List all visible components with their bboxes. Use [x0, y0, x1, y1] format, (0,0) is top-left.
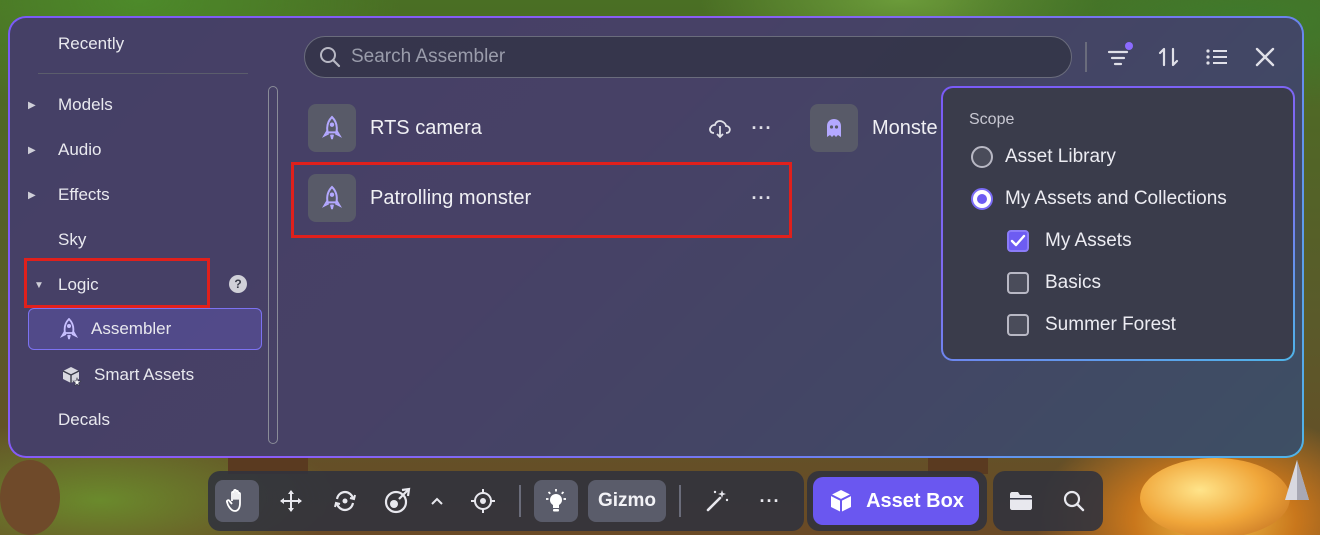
transform-pivot-button[interactable]: [461, 480, 505, 522]
asset-thumbnail: [308, 104, 356, 152]
asset-name: RTS camera: [370, 116, 482, 139]
hand-icon: [225, 488, 249, 514]
lightbulb-icon: [543, 488, 569, 514]
caret-right-icon: ▶: [28, 189, 36, 201]
cube-icon: [828, 488, 854, 514]
scene-mushroom: [1140, 458, 1290, 535]
checkbox[interactable]: [1007, 272, 1029, 294]
asset-box-container: Asset Box: [807, 471, 987, 531]
rotate-tool-button[interactable]: [323, 480, 367, 522]
scene-mushroom: [0, 460, 60, 535]
magic-wand-button[interactable]: [695, 480, 739, 522]
expand-tools-button[interactable]: [422, 480, 452, 522]
sidebar-item-models[interactable]: ▶ Models: [28, 85, 113, 125]
crosshair-icon: [470, 488, 496, 514]
asset-name: Monste: [872, 116, 938, 139]
close-icon[interactable]: [1250, 42, 1280, 72]
sidebar-item-label: Audio: [58, 140, 102, 159]
checkbox[interactable]: [1007, 314, 1029, 336]
checkbox-my-assets[interactable]: My Assets: [1007, 230, 1132, 252]
checkbox-label: Summer Forest: [1045, 314, 1176, 335]
checkbox-label: My Assets: [1045, 230, 1132, 251]
rocket-icon: [59, 318, 79, 340]
search-button[interactable]: [1052, 480, 1096, 522]
editor-toolbar: Gizmo ···: [208, 471, 804, 531]
sidebar-item-label: Models: [58, 95, 113, 114]
sidebar-divider: [38, 73, 248, 74]
radio-button[interactable]: [971, 146, 993, 168]
filter-active-dot: [1125, 42, 1133, 50]
radio-button[interactable]: [971, 188, 993, 210]
download-icon[interactable]: [706, 114, 734, 142]
sidebar-item-label: Effects: [58, 185, 110, 204]
rocket-icon: [321, 115, 343, 141]
smart-assets-icon: [58, 364, 84, 386]
sidebar-item-audio[interactable]: ▶ Audio: [28, 130, 101, 170]
sort-icon[interactable]: [1154, 42, 1184, 72]
folder-button[interactable]: [999, 480, 1043, 522]
radio-asset-library[interactable]: Asset Library: [971, 146, 1116, 168]
filter-icon[interactable]: [1104, 42, 1134, 72]
scope-popover: Scope Asset Library My Assets and Collec…: [941, 86, 1295, 361]
caret-right-icon: ▶: [28, 99, 36, 111]
asset-thumbnail: [810, 104, 858, 152]
sidebar-item-recently[interactable]: Recently: [58, 24, 124, 64]
asset-box-button[interactable]: Asset Box: [813, 477, 979, 525]
help-icon[interactable]: ?: [229, 275, 247, 293]
checkbox-basics[interactable]: Basics: [1007, 272, 1101, 294]
scale-tool-button[interactable]: [376, 480, 420, 522]
highlight-box-logic: [24, 258, 210, 308]
gizmo-toggle-button[interactable]: Gizmo: [588, 480, 666, 522]
more-tools-button[interactable]: ···: [748, 480, 792, 522]
sidebar-item-decals[interactable]: Decals: [58, 400, 110, 440]
radio-label: Asset Library: [1005, 146, 1116, 167]
search-icon: [1062, 489, 1086, 513]
hand-tool-button[interactable]: [215, 480, 259, 522]
chevron-up-icon: [430, 496, 444, 506]
radio-label: My Assets and Collections: [1005, 188, 1227, 209]
caret-right-icon: ▶: [28, 144, 36, 156]
search-bar: [304, 36, 1072, 78]
ghost-icon: [823, 117, 845, 139]
scale-icon: [384, 487, 412, 515]
magic-wand-icon: [704, 488, 730, 514]
sidebar-item-assembler[interactable]: Assembler: [28, 308, 262, 350]
category-sidebar: Recently ▶ Models ▶ Audio ▶ Effects Sky …: [10, 18, 280, 456]
more-options-icon[interactable]: ···: [748, 114, 776, 142]
sidebar-item-effects[interactable]: ▶ Effects: [28, 175, 110, 215]
checkbox-checked[interactable]: [1007, 230, 1029, 252]
sidebar-item-label: Decals: [58, 410, 110, 429]
right-tool-group: [993, 471, 1103, 531]
scope-title: Scope: [969, 111, 1015, 128]
toolbar-divider: [1085, 42, 1087, 72]
scene-cone: [1285, 460, 1309, 500]
sidebar-item-sky[interactable]: Sky: [58, 220, 86, 260]
move-tool-button[interactable]: [269, 480, 313, 522]
sidebar-item-smart-assets[interactable]: Smart Assets: [58, 355, 194, 395]
checkbox-label: Basics: [1045, 272, 1101, 293]
folder-icon: [1008, 490, 1034, 512]
search-icon: [319, 46, 341, 68]
toolbar-divider: [519, 485, 521, 517]
asset-card-monster[interactable]: Monste: [810, 100, 938, 156]
sidebar-item-label: Recently: [58, 34, 125, 53]
sidebar-item-label: Sky: [58, 230, 87, 249]
highlight-box-patrolling-monster: [291, 162, 792, 238]
more-options-icon: ···: [759, 490, 781, 511]
rotate-icon: [332, 488, 358, 514]
sidebar-scrollbar[interactable]: [268, 86, 278, 444]
asset-card-rts-camera[interactable]: RTS camera: [308, 100, 482, 156]
search-input[interactable]: [351, 46, 1031, 68]
list-view-icon[interactable]: [1202, 42, 1232, 72]
asset-box-label: Asset Box: [866, 489, 964, 512]
radio-my-assets-and-collections[interactable]: My Assets and Collections: [971, 188, 1227, 210]
sidebar-item-label: Assembler: [91, 319, 172, 338]
lighting-toggle-button[interactable]: [534, 480, 578, 522]
move-icon: [278, 488, 304, 514]
sidebar-item-label: Smart Assets: [94, 365, 195, 384]
checkbox-summer-forest[interactable]: Summer Forest: [1007, 314, 1176, 336]
toolbar-divider: [679, 485, 681, 517]
